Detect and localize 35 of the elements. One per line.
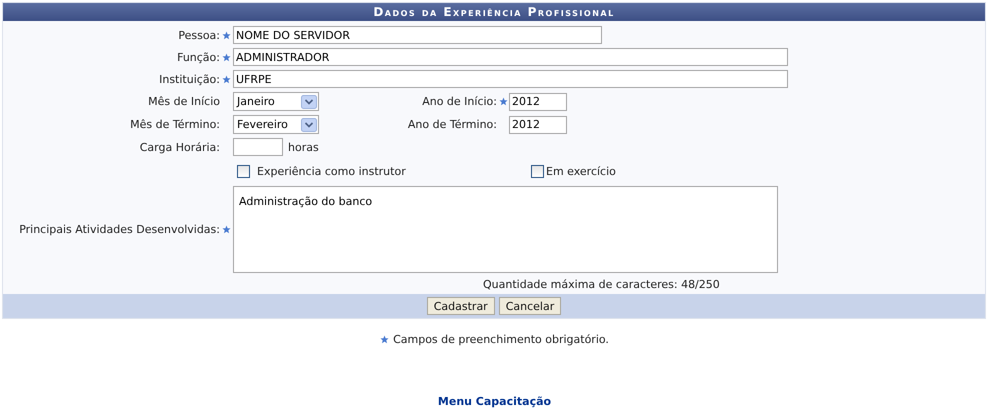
month-select[interactable]: Janeiro — [233, 92, 319, 111]
form-button[interactable]: Cancelar — [498, 297, 562, 315]
field-label: Pessoa: — [177, 28, 220, 42]
character-counter: Quantidade máxima de caracteres: 48/250 — [483, 278, 720, 290]
legend-text: Campos de preenchimento obrigatório. — [393, 333, 609, 346]
required-star-icon — [222, 30, 230, 40]
text-field[interactable]: UFRPE — [233, 70, 788, 88]
field-label: Ano de Término: — [406, 118, 497, 131]
field-label: Instituição: — [158, 72, 220, 86]
field-label: Função: — [176, 50, 220, 64]
checkbox-label: Em exercício — [546, 164, 616, 178]
activities-textarea[interactable]: Administração do banco — [233, 186, 778, 273]
form-button[interactable]: Cadastrar — [426, 297, 495, 315]
required-star-icon — [222, 74, 230, 84]
unit-label: horas — [288, 140, 319, 154]
panel-title: Dados da Experiência Profissional — [3, 3, 985, 21]
month-select[interactable]: Fevereiro — [233, 115, 319, 134]
menu-link[interactable]: Menu Capacitação — [438, 395, 552, 408]
required-star-icon — [222, 52, 230, 62]
text-field[interactable]: ADMINISTRADOR — [233, 48, 788, 66]
field-label: Mês de Término: — [129, 118, 220, 131]
field-label: Ano de Início: — [421, 95, 497, 108]
field-label: Mês de Início — [147, 95, 220, 108]
required-star-icon — [380, 335, 390, 344]
text-field[interactable]: NOME DO SERVIDOR — [233, 26, 602, 44]
year-field[interactable]: 2012 — [509, 92, 567, 110]
checkbox-label: Experiência como instrutor — [257, 164, 406, 178]
required-star-icon — [498, 97, 508, 106]
checkbox[interactable] — [531, 164, 544, 178]
hours-field[interactable] — [233, 138, 283, 156]
year-field[interactable]: 2012 — [509, 116, 567, 134]
checkbox[interactable] — [237, 164, 250, 178]
field-label: Principais Atividades Desenvolvidas: — [18, 223, 220, 236]
field-label: Carga Horária: — [138, 140, 220, 154]
required-star-icon — [222, 225, 230, 234]
